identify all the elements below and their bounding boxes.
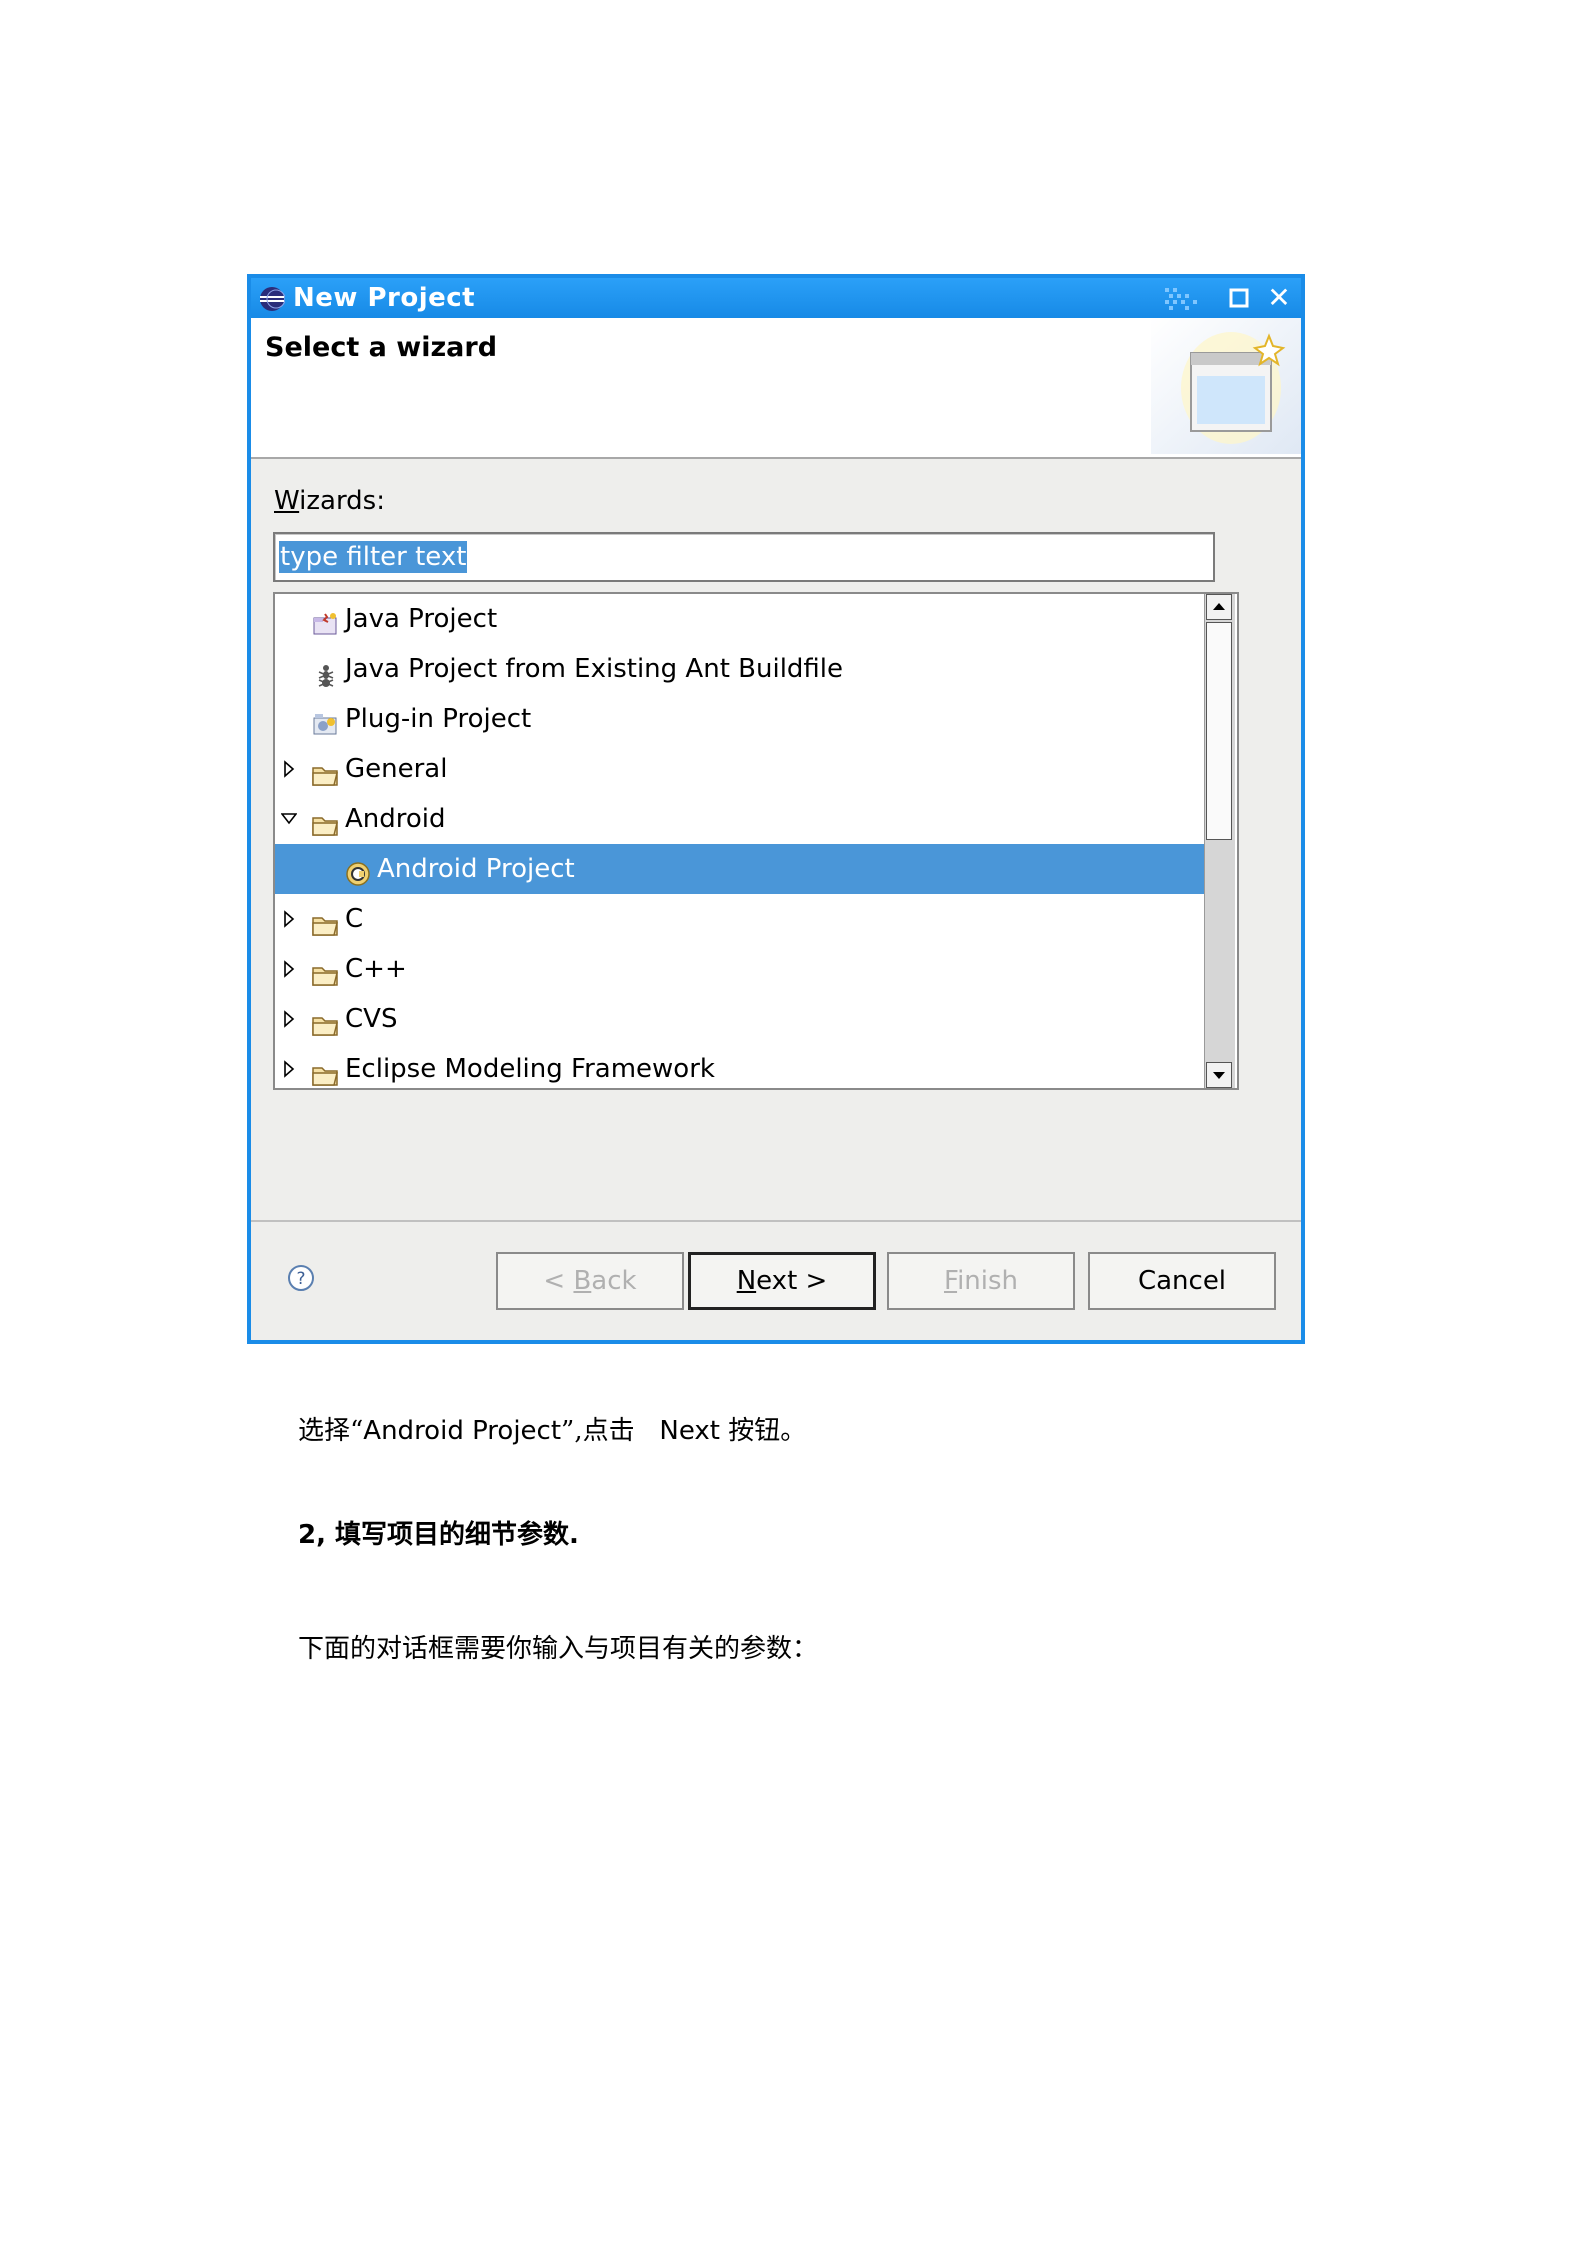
tree-item-label: Android [345,804,446,834]
maximize-icon[interactable] [1227,286,1251,310]
filter-text: type filter text [279,541,468,573]
tree-item[interactable]: General [275,744,1235,794]
collapsed-arrow-icon[interactable] [281,1044,297,1088]
tree-item[interactable]: Android [275,794,1235,844]
arrow-up-icon [1213,603,1225,610]
tree-item[interactable]: C [275,894,1235,944]
new-wizard-icon [1151,318,1301,454]
collapsed-arrow-icon[interactable] [281,894,297,944]
page-title: Select a wizard [265,332,498,363]
cancel-button[interactable]: Cancel [1088,1252,1276,1310]
tree-item-label: Eclipse Modeling Framework [345,1054,715,1084]
wizard-tree[interactable]: Java Project Java Project from Existing A… [273,592,1239,1090]
scroll-up-button[interactable] [1206,594,1232,620]
tree-item[interactable]: C++ [275,944,1235,994]
folder-icon [311,1005,341,1036]
wizards-label: Wizards: [274,486,385,516]
tree-item[interactable]: Java Project [275,594,1235,644]
tree-item[interactable]: Java Project from Existing Ant Buildfile [275,644,1235,694]
folder-icon [311,1055,341,1086]
collapsed-arrow-icon[interactable] [281,944,297,994]
tree-scrollbar[interactable] [1204,594,1235,1088]
folder-icon [311,905,341,936]
help-icon[interactable]: ? [287,1264,315,1292]
scroll-thumb[interactable] [1206,622,1232,840]
finish-button[interactable]: Finish [887,1252,1075,1310]
android-project-icon [343,855,373,886]
scroll-down-button[interactable] [1206,1062,1232,1088]
wizard-banner: Select a wizard [251,318,1301,459]
folder-icon [311,805,341,836]
tree-item-label: CVS [345,1004,398,1034]
tree-item-label: Java Project [345,604,498,634]
tree-item-label: Android Project [377,854,575,884]
tree-item[interactable]: Android Project [275,844,1235,894]
folder-icon [311,755,341,786]
tree-item-label: C++ [345,954,407,984]
window-grip-icon [1165,288,1197,310]
plugin-project-icon [311,705,341,735]
eclipse-icon [260,287,285,311]
svg-text:?: ? [296,1269,305,1289]
tree-item[interactable]: Plug-in Project [275,694,1235,744]
close-icon[interactable]: ✕ [1265,284,1293,312]
tree-item-label: C [345,904,364,934]
expanded-arrow-icon[interactable] [280,794,298,844]
next-button[interactable]: Next > [688,1252,876,1310]
body-text: 下面的对话框需要你输入与项目有关的参数： [298,1634,819,1664]
section-heading: 2, 填写项目的细节参数. [298,1520,579,1550]
instruction-line: 选择“Android Project”,点击 Next 按钮。 [298,1416,807,1446]
tree-item-label: Java Project from Existing Ant Buildfile [345,654,844,684]
footer-divider [251,1220,1301,1222]
java-project-icon [311,605,341,635]
arrow-down-icon [1213,1072,1225,1079]
collapsed-arrow-icon[interactable] [281,744,297,794]
title-bar[interactable]: New Project ✕ [251,278,1301,318]
collapsed-arrow-icon[interactable] [281,994,297,1044]
back-button[interactable]: < Back [496,1252,684,1310]
filter-input[interactable]: type filter text [273,532,1215,582]
new-project-dialog: New Project ✕ Select a wizard Wizards: t… [247,274,1305,1344]
window-title: New Project [293,283,476,313]
tree-item-label: General [345,754,448,784]
tree-item[interactable]: Eclipse Modeling Framework [275,1044,1235,1088]
tree-item[interactable]: CVS [275,994,1235,1044]
ant-icon [311,655,341,687]
tree-item-label: Plug-in Project [345,704,532,734]
folder-icon [311,955,341,986]
